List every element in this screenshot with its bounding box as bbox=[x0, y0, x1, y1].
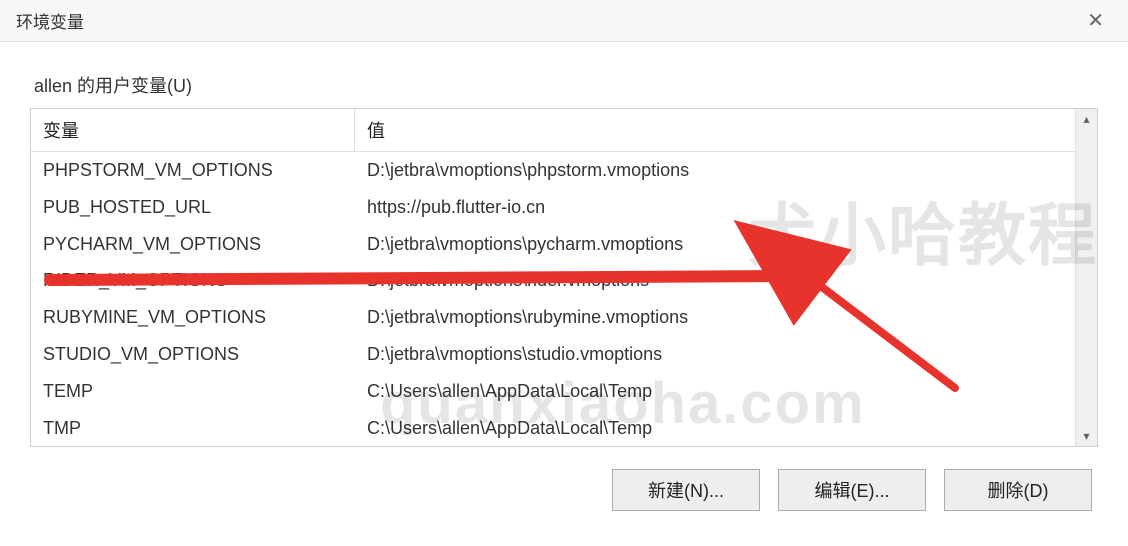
cell-value: D:\jetbra\vmoptions\studio.vmoptions bbox=[355, 336, 1075, 373]
scroll-down-icon[interactable]: ▾ bbox=[1081, 426, 1091, 446]
table-row[interactable]: STUDIO_VM_OPTIONSD:\jetbra\vmoptions\stu… bbox=[31, 336, 1075, 373]
table-row[interactable]: TMPC:\Users\allen\AppData\Local\Temp bbox=[31, 410, 1075, 447]
col-value-header[interactable]: 值 bbox=[355, 109, 1075, 151]
col-variable-header[interactable]: 变量 bbox=[31, 109, 355, 151]
cell-value: C:\Users\allen\AppData\Local\Temp bbox=[355, 373, 1075, 410]
cell-variable: RIDER_VM_OPTIONS bbox=[31, 262, 355, 299]
cell-variable: PYCHARM_VM_OPTIONS bbox=[31, 226, 355, 263]
table-row[interactable]: RUBYMINE_VM_OPTIONSD:\jetbra\vmoptions\r… bbox=[31, 299, 1075, 336]
content: allen 的用户变量(U) 变量 值 PHPSTORM_VM_OPTIONSD… bbox=[0, 42, 1128, 511]
cell-variable: PUB_HOSTED_URL bbox=[31, 189, 355, 226]
cell-variable: TMP bbox=[31, 410, 355, 447]
cell-value: D:\jetbra\vmoptions\rubymine.vmoptions bbox=[355, 299, 1075, 336]
cell-variable: RUBYMINE_VM_OPTIONS bbox=[31, 299, 355, 336]
table-row[interactable]: RIDER_VM_OPTIONSD:\jetbra\vmoptions\ride… bbox=[31, 262, 1075, 299]
user-variables-label: allen 的用户变量(U) bbox=[30, 72, 1098, 98]
cell-value: C:\Users\allen\AppData\Local\Temp bbox=[355, 410, 1075, 447]
vertical-scrollbar[interactable]: ▴ ▾ bbox=[1075, 109, 1097, 446]
dialog-title: 环境变量 bbox=[16, 8, 84, 33]
table-row[interactable]: PHPSTORM_VM_OPTIONSD:\jetbra\vmoptions\p… bbox=[31, 152, 1075, 189]
cell-value: D:\jetbra\vmoptions\pycharm.vmoptions bbox=[355, 226, 1075, 263]
cell-variable: PHPSTORM_VM_OPTIONS bbox=[31, 152, 355, 189]
cell-value: https://pub.flutter-io.cn bbox=[355, 189, 1075, 226]
edit-button[interactable]: 编辑(E)... bbox=[778, 469, 926, 511]
cell-value: D:\jetbra\vmoptions\phpstorm.vmoptions bbox=[355, 152, 1075, 189]
scroll-up-icon[interactable]: ▴ bbox=[1081, 109, 1091, 129]
close-icon[interactable]: ✕ bbox=[1079, 4, 1112, 37]
delete-button[interactable]: 删除(D) bbox=[944, 469, 1092, 511]
titlebar: 环境变量 ✕ bbox=[0, 0, 1128, 42]
table-header: 变量 值 bbox=[31, 109, 1075, 152]
table-row[interactable]: TEMPC:\Users\allen\AppData\Local\Temp bbox=[31, 373, 1075, 410]
new-button[interactable]: 新建(N)... bbox=[612, 469, 760, 511]
cell-variable: STUDIO_VM_OPTIONS bbox=[31, 336, 355, 373]
table-row[interactable]: PYCHARM_VM_OPTIONSD:\jetbra\vmoptions\py… bbox=[31, 226, 1075, 263]
table-row[interactable]: PUB_HOSTED_URLhttps://pub.flutter-io.cn bbox=[31, 189, 1075, 226]
cell-value: D:\jetbra\vmoptions\rider.vmoptions bbox=[355, 262, 1075, 299]
cell-variable: TEMP bbox=[31, 373, 355, 410]
button-row: 新建(N)... 编辑(E)... 删除(D) bbox=[30, 469, 1098, 511]
variables-table: 变量 值 PHPSTORM_VM_OPTIONSD:\jetbra\vmopti… bbox=[30, 108, 1098, 447]
